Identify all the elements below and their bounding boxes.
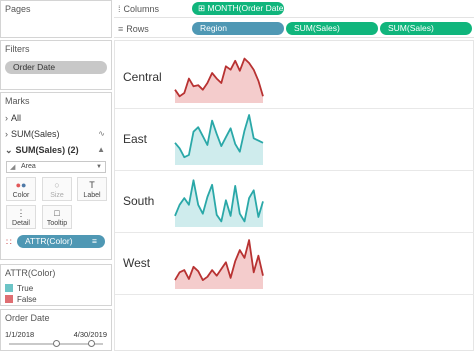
- region-pill[interactable]: Region: [192, 22, 284, 35]
- marks-all-row[interactable]: › All: [5, 113, 21, 123]
- chevron-down-icon: ▼: [96, 164, 102, 170]
- date-range-end: 4/30/2019: [73, 330, 107, 339]
- color-attr-pill[interactable]: ATTR(Color) ≡: [17, 235, 105, 248]
- date-range-end-handle[interactable]: [88, 340, 95, 347]
- marks-sum-sales-2-label: SUM(Sales) (2): [15, 145, 79, 155]
- month-order-date-label: MONTH(Order Date): [207, 3, 284, 13]
- marks-sum-sales-label: SUM(Sales): [11, 129, 60, 139]
- rows-shelf[interactable]: ≡ Rows Region SUM(Sales) SUM(Sales): [114, 20, 474, 38]
- size-button-label: Size: [50, 192, 64, 199]
- marks-title: Marks: [5, 96, 30, 106]
- month-order-date-pill[interactable]: ⊞ MONTH(Order Date): [192, 2, 284, 15]
- color-button-label: Color: [12, 192, 30, 199]
- legend-item-false[interactable]: False: [5, 295, 37, 304]
- legend-swatch-false: [5, 295, 13, 303]
- pages-title: Pages: [5, 4, 31, 14]
- sort-icon: ≡: [92, 236, 97, 246]
- rows-icon: ≡: [118, 24, 124, 34]
- color-button[interactable]: ●● Color: [6, 177, 36, 201]
- detail-button-label: Detail: [12, 220, 30, 227]
- mark-type-value: Area: [21, 163, 36, 170]
- chevron-down-icon: ⌄: [5, 145, 13, 155]
- tooltip-button-label: Tooltip: [46, 220, 68, 227]
- sum-sales-pill-2[interactable]: SUM(Sales): [380, 22, 472, 35]
- viz-view: Central East South West: [114, 40, 474, 351]
- sparkline-chart: [174, 57, 264, 289]
- legend-label-false: False: [17, 295, 37, 304]
- filters-card: Filters Order Date: [0, 40, 112, 90]
- date-range-start: 1/1/2018: [5, 330, 35, 339]
- color-field-icon: ∷: [6, 237, 12, 247]
- marks-sum-sales-row[interactable]: › SUM(Sales): [5, 129, 109, 139]
- area-icon: ◢: [10, 164, 16, 171]
- color-attr-pill-label: ATTR(Color): [25, 236, 73, 246]
- rows-shelf-label: ≡ Rows: [118, 24, 149, 34]
- area-mark-icon: ▲: [97, 145, 105, 154]
- mark-type-dropdown[interactable]: ◢ Area ▼: [6, 161, 106, 173]
- pages-card: Pages: [0, 0, 112, 38]
- marks-sum-sales-2-row[interactable]: ⌄ SUM(Sales) (2): [5, 145, 79, 156]
- label-button-label: Label: [83, 192, 101, 199]
- columns-label-text: Columns: [123, 4, 160, 14]
- sum-sales-pill-1[interactable]: SUM(Sales): [286, 22, 378, 35]
- size-button[interactable]: ○ Size: [42, 177, 72, 201]
- date-range-start-handle[interactable]: [53, 340, 60, 347]
- filter-order-date-pill[interactable]: Order Date: [5, 61, 107, 74]
- detail-button[interactable]: ⋮ Detail: [6, 205, 36, 229]
- columns-shelf-label: ⁞ Columns: [118, 4, 159, 14]
- marks-card: Marks › All › SUM(Sales) ∿ ⌄ SUM(Sales) (2)…: [0, 92, 112, 260]
- filters-title: Filters: [5, 44, 30, 54]
- line-mark-icon: ∿: [98, 129, 105, 138]
- legend-label-true: True: [17, 284, 34, 293]
- label-icon: T: [89, 180, 95, 190]
- marks-all-label: All: [11, 113, 22, 123]
- label-button[interactable]: T Label: [77, 177, 107, 201]
- columns-icon: ⁞: [118, 4, 121, 14]
- rows-label-text: Rows: [126, 24, 149, 34]
- tooltip-icon: □: [54, 208, 60, 218]
- legend-title: ATTR(Color): [5, 268, 56, 278]
- chevron-right-icon: ›: [5, 129, 8, 139]
- legend-swatch-true: [5, 284, 13, 292]
- legend-item-true[interactable]: True: [5, 284, 33, 293]
- detail-icon: ⋮: [16, 208, 26, 218]
- size-icon: ○: [54, 180, 60, 190]
- date-filter-title: Order Date: [5, 313, 50, 323]
- tooltip-button[interactable]: □ Tooltip: [42, 205, 72, 229]
- color-legend-card: ATTR(Color) True False: [0, 264, 112, 306]
- columns-shelf[interactable]: ⁞ Columns ⊞ MONTH(Order Date): [114, 0, 474, 18]
- order-date-filter-card: Order Date 1/1/2018 4/30/2019: [0, 309, 112, 351]
- chevron-right-icon: ›: [5, 113, 8, 123]
- color-icon: ●●: [15, 180, 27, 190]
